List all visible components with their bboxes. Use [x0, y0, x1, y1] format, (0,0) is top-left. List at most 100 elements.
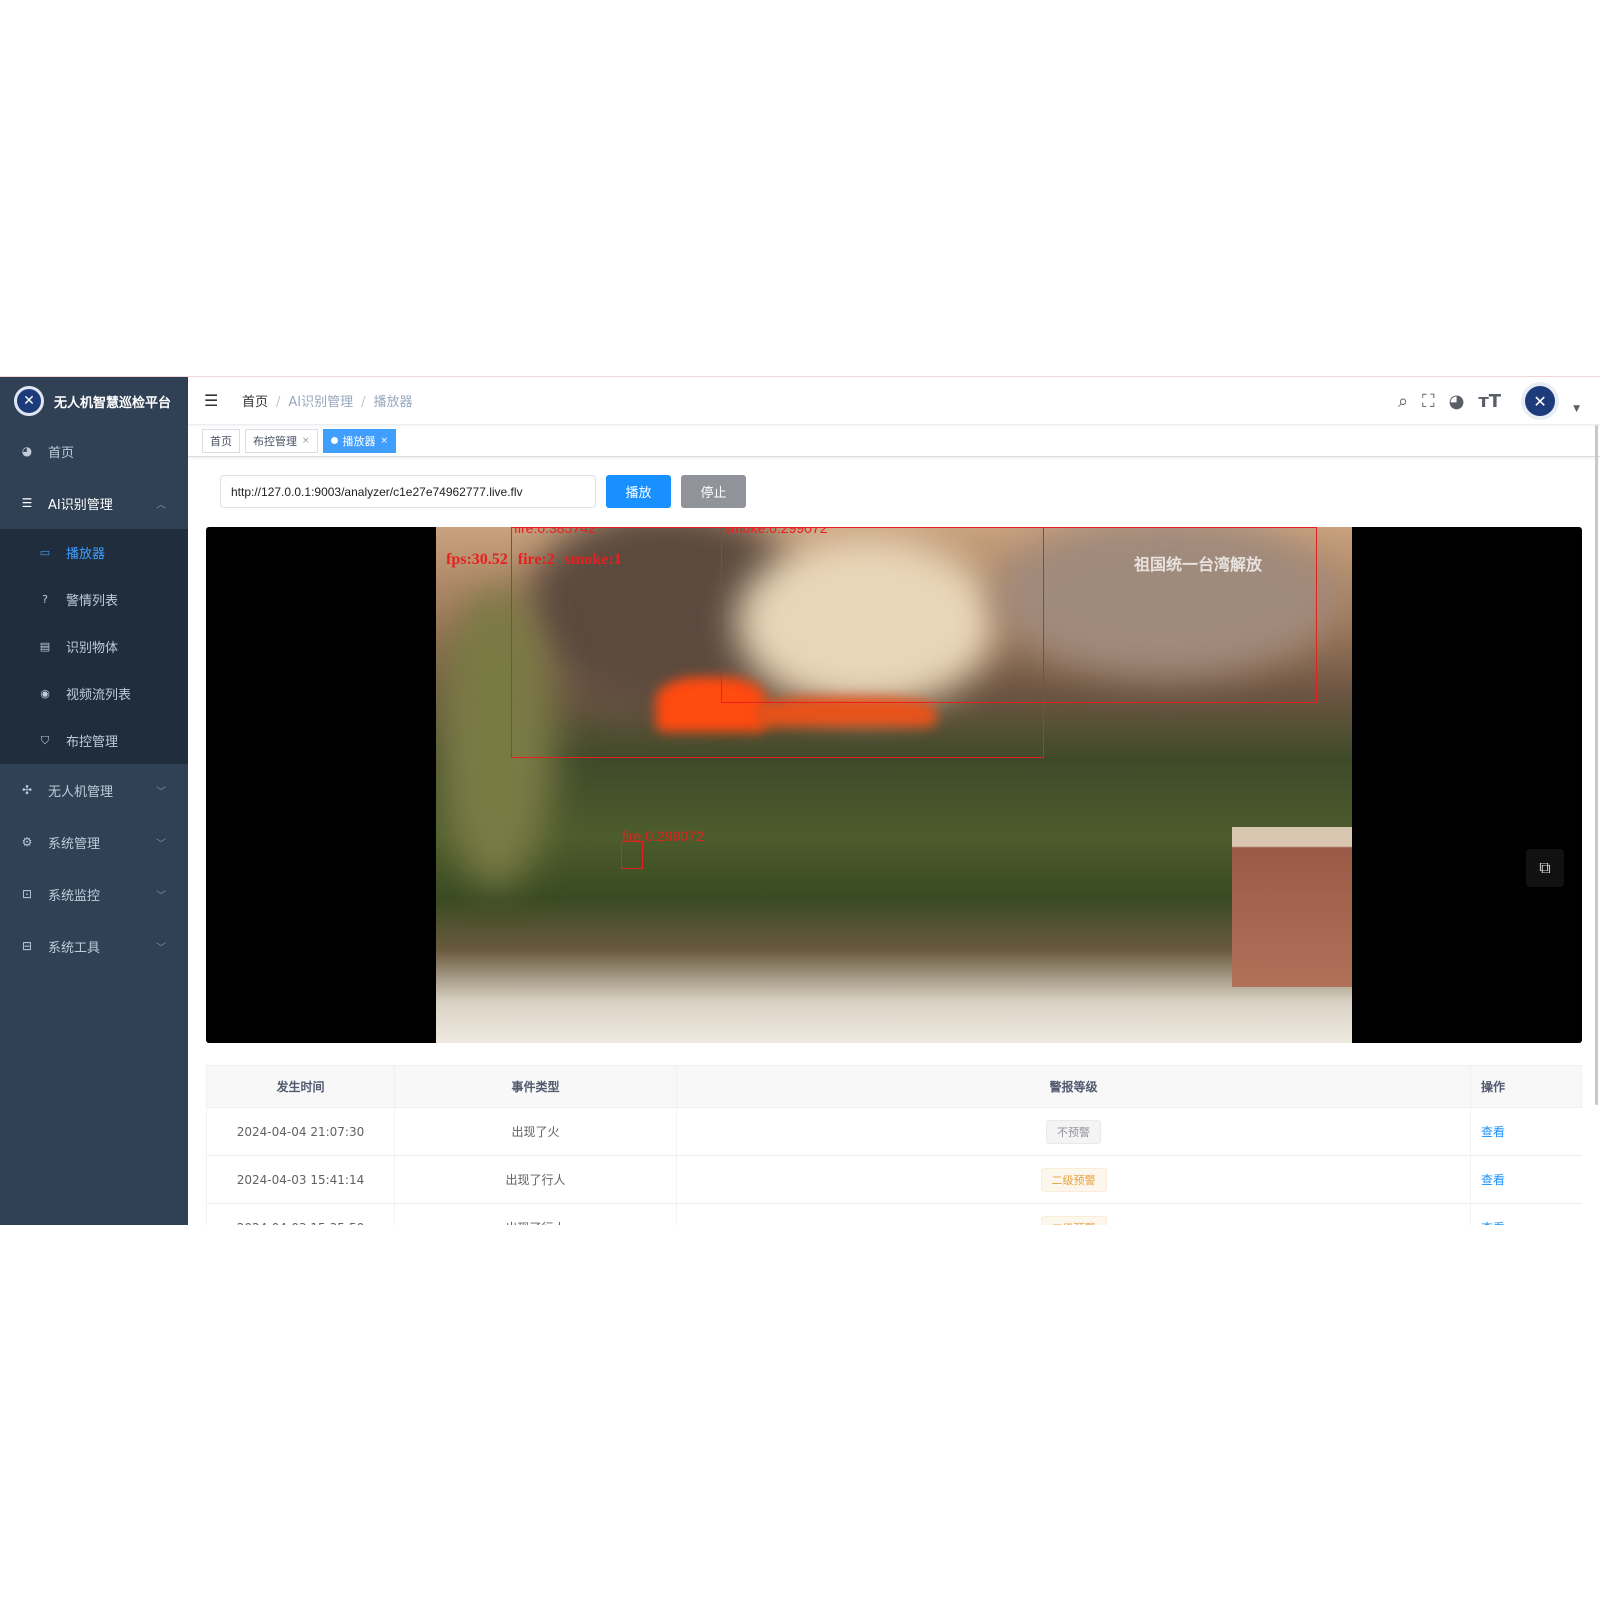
label: 警情列表 — [66, 594, 119, 609]
dashboard-icon: ◕ — [21, 444, 33, 458]
sidebar-item-ai[interactable]: ☰ AI识别管理 ︿ — [0, 477, 188, 529]
list-icon: ☰ — [21, 496, 33, 510]
video-player[interactable]: fire:0.385742 smoke:0.299072 fire:0.2990… — [206, 527, 1582, 1043]
stream-url-input[interactable] — [220, 475, 596, 508]
label: 视频流列表 — [66, 688, 132, 703]
label: 首页 — [210, 434, 232, 448]
chevron-down-icon: ﹀ — [156, 942, 166, 954]
view-link[interactable]: 查看 — [1481, 1173, 1505, 1187]
label: AI识别管理 — [48, 497, 113, 513]
document-edit-icon: ▤ — [39, 640, 51, 653]
cell-level: 不预警 — [676, 1107, 1471, 1156]
cell-type: 出现了火 — [394, 1107, 677, 1156]
level-badge: 二级预警 — [1040, 1215, 1107, 1225]
label: 布控管理 — [253, 434, 297, 448]
navbar: ☰ 首页 / AI识别管理 / 播放器 ⌕ ⛶ ◕ тT ✕ ▼ — [188, 377, 1600, 425]
detection-box: fire:0.299072 — [621, 828, 704, 869]
label: 播放器 — [342, 434, 376, 448]
dashboard-icon[interactable]: ◕ — [1449, 391, 1465, 412]
app: ✕ 无人机智慧巡检平台 ◕ 首页 ☰ AI识别管理 ︿ ▭ 播放器 ? 警情列表 ▤ 识别物体… — [0, 376, 1600, 1225]
gear-icon: ⚙ — [21, 835, 33, 849]
table-row: 2024-04-04 21:07:30 出现了火 不预警 查看 — [206, 1107, 1582, 1156]
toolbox-icon: ⊟ — [21, 939, 33, 953]
close-icon[interactable]: × — [381, 436, 389, 446]
sidebar-item-objects[interactable]: ▤ 识别物体 — [0, 623, 188, 670]
fps-overlay: fps:30.52 fire:2 smoke:1 — [446, 551, 622, 568]
label: 首页 — [48, 445, 75, 461]
level-badge: 不预警 — [1046, 1119, 1101, 1144]
label: 识别物体 — [66, 641, 119, 656]
chevron-down-icon: ﹀ — [156, 890, 166, 902]
sidebar-item-tools[interactable]: ⊟ 系统工具 ﹀ — [0, 920, 188, 972]
question-icon: ? — [42, 593, 48, 606]
chevron-up-icon: ︿ — [156, 499, 166, 511]
view-link[interactable]: 查看 — [1481, 1125, 1505, 1139]
table-row: 2024-04-03 15:41:14 出现了行人 二级预警 查看 — [206, 1155, 1582, 1204]
cell-level: 二级预警 — [676, 1155, 1471, 1204]
sidebar-item-streams[interactable]: ◉ 视频流列表 — [0, 670, 188, 717]
close-icon[interactable]: × — [302, 436, 310, 446]
stop-button[interactable]: 停止 — [681, 475, 746, 508]
separator: / — [276, 395, 281, 410]
sidebar-item-control[interactable]: ⛉ 布控管理 — [0, 717, 188, 764]
font-size-icon[interactable]: тT — [1478, 391, 1501, 412]
shield-icon: ⛉ — [40, 733, 50, 747]
watermark: 祖国统一台湾解放 — [1133, 555, 1262, 574]
chevron-down-icon: ﹀ — [156, 786, 166, 798]
cell-time: 2024-04-03 15:35:50 — [206, 1203, 395, 1225]
hamburger-icon[interactable]: ☰ — [204, 391, 224, 410]
emblem-icon: ✕ — [14, 386, 44, 416]
monitor-chart-icon: ⊡ — [21, 887, 33, 901]
app-title: 无人机智慧巡检平台 — [54, 395, 172, 411]
label: 无人机管理 — [48, 784, 114, 800]
tags-view: 首页 布控管理 × 播放器 × — [188, 425, 1600, 457]
logo[interactable]: ✕ 无人机智慧巡检平台 — [0, 377, 188, 425]
avatar[interactable]: ✕ — [1521, 382, 1560, 420]
breadcrumb: 首页 / AI识别管理 / 播放器 — [242, 391, 413, 410]
detection-label: smoke:0.299072 — [724, 527, 828, 536]
house — [1232, 827, 1352, 987]
tag-control[interactable]: 布控管理 × — [245, 428, 318, 453]
monitor-icon: ▭ — [39, 546, 51, 559]
stream-icon: ◉ — [40, 687, 50, 700]
main: ☰ 首页 / AI识别管理 / 播放器 ⌕ ⛶ ◕ тT ✕ ▼ 首页 布控管理 × 播放… — [188, 377, 1600, 1225]
breadcrumb-ai: AI识别管理 — [288, 395, 354, 410]
active-dot — [330, 437, 338, 444]
label: 系统监控 — [48, 888, 101, 904]
breadcrumb-home[interactable]: 首页 — [242, 395, 268, 410]
sidebar: ✕ 无人机智慧巡检平台 ◕ 首页 ☰ AI识别管理 ︿ ▭ 播放器 ? 警情列表 ▤ 识别物体… — [0, 377, 188, 1225]
tag-player[interactable]: 播放器 × — [322, 428, 397, 453]
picture-in-picture-icon[interactable]: ⧉ — [1526, 849, 1564, 887]
search-icon[interactable]: ⌕ — [1398, 391, 1408, 412]
cell-time: 2024-04-03 15:41:14 — [206, 1155, 395, 1204]
sidebar-item-alerts[interactable]: ? 警情列表 — [0, 576, 188, 623]
detection-label: fire:0.299072 — [622, 828, 704, 844]
table-header: 发生时间 事件类型 警报等级 操作 — [206, 1065, 1582, 1108]
sidebar-item-drone[interactable]: ✣ 无人机管理 ﹀ — [0, 764, 188, 816]
sidebar-item-monitor[interactable]: ⊡ 系统监控 ﹀ — [0, 868, 188, 920]
fullscreen-icon[interactable]: ⛶ — [1422, 391, 1435, 412]
caret-down-icon[interactable]: ▼ — [1573, 404, 1580, 414]
sidebar-item-home[interactable]: ◕ 首页 — [0, 425, 188, 477]
scrollbar[interactable] — [1595, 425, 1598, 1105]
event-table: 发生时间 事件类型 警报等级 操作 2024-04-04 21:07:30 出现了… — [206, 1065, 1582, 1225]
separator: / — [361, 395, 366, 410]
table-row: 2024-04-03 15:35:50出现了行人二级预警查看 — [206, 1203, 1582, 1225]
drone-icon: ✣ — [21, 783, 33, 797]
label: 布控管理 — [66, 735, 119, 750]
sidebar-item-system[interactable]: ⚙ 系统管理 ﹀ — [0, 816, 188, 868]
submenu: ▭ 播放器 ? 警情列表 ▤ 识别物体 ◉ 视频流列表 ⛉ 布控管理 — [0, 529, 188, 764]
header-type: 事件类型 — [394, 1065, 677, 1108]
play-button[interactable]: 播放 — [606, 475, 671, 508]
view-link[interactable]: 查看 — [1481, 1221, 1505, 1225]
sidebar-item-player[interactable]: ▭ 播放器 — [0, 529, 188, 576]
cell-type: 出现了行人 — [394, 1155, 677, 1204]
cell-time: 2024-04-04 21:07:30 — [206, 1107, 395, 1156]
cell-type: 出现了行人 — [394, 1203, 677, 1225]
video-frame: fire:0.385742 smoke:0.299072 fire:0.2990… — [436, 527, 1352, 1043]
header-time: 发生时间 — [206, 1065, 395, 1108]
player-controls: 播放 停止 — [220, 475, 746, 508]
label: 系统工具 — [48, 940, 101, 956]
breadcrumb-player: 播放器 — [373, 395, 413, 410]
tag-home[interactable]: 首页 — [202, 428, 240, 453]
